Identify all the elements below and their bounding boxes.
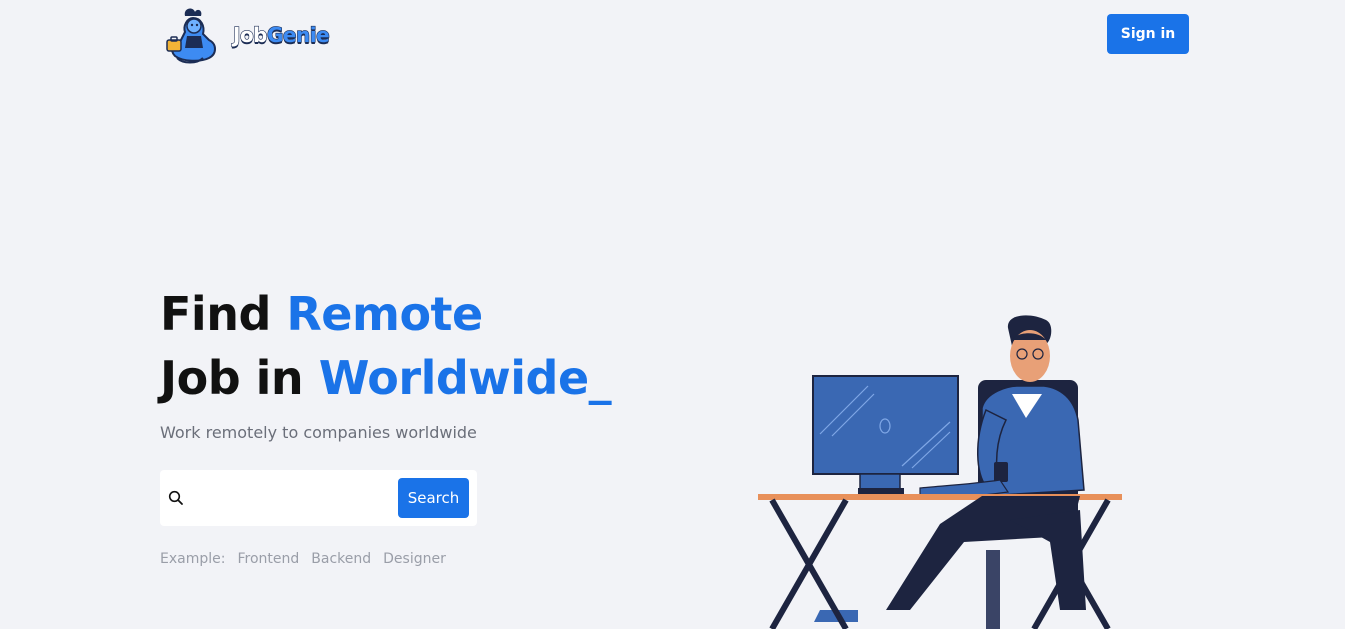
hero-title: Find Remote Job in Worldwide_: [160, 282, 612, 410]
search-button[interactable]: Search: [398, 478, 469, 518]
monitor: [812, 375, 959, 475]
example-designer[interactable]: Designer: [383, 551, 446, 567]
genie-mascot-icon: [166, 8, 216, 64]
logo-text-genie: Genie: [266, 22, 330, 47]
search-box: Search: [160, 470, 477, 526]
example-frontend[interactable]: Frontend: [237, 551, 299, 567]
hero-title-line-2: Job in Worldwide_: [160, 346, 612, 410]
hero-title-plain-2: Job in: [160, 351, 319, 405]
examples-label: Example:: [160, 551, 226, 567]
search-examples: Example: Frontend Backend Designer: [160, 551, 446, 567]
person-at-desk-illustration: [758, 315, 1122, 629]
site-header: JobGenie Sign in: [0, 0, 1345, 70]
hero-title-plain-1: Find: [160, 287, 287, 341]
search-input[interactable]: [194, 484, 394, 512]
hero-subtitle: Work remotely to companies worldwide: [160, 423, 477, 442]
coffee-cup: [994, 462, 1008, 482]
sign-in-button[interactable]: Sign in: [1107, 14, 1189, 54]
logo[interactable]: JobGenie: [163, 6, 330, 64]
example-backend[interactable]: Backend: [311, 551, 371, 567]
search-icon: [168, 490, 183, 505]
hero-title-accent-1: Remote: [286, 287, 483, 341]
hero-title-line-1: Find Remote: [160, 282, 611, 346]
hero-title-accent-2: Worldwide_: [318, 351, 612, 405]
logo-text: JobGenie: [232, 22, 330, 47]
logo-text-job: Job: [232, 22, 268, 47]
